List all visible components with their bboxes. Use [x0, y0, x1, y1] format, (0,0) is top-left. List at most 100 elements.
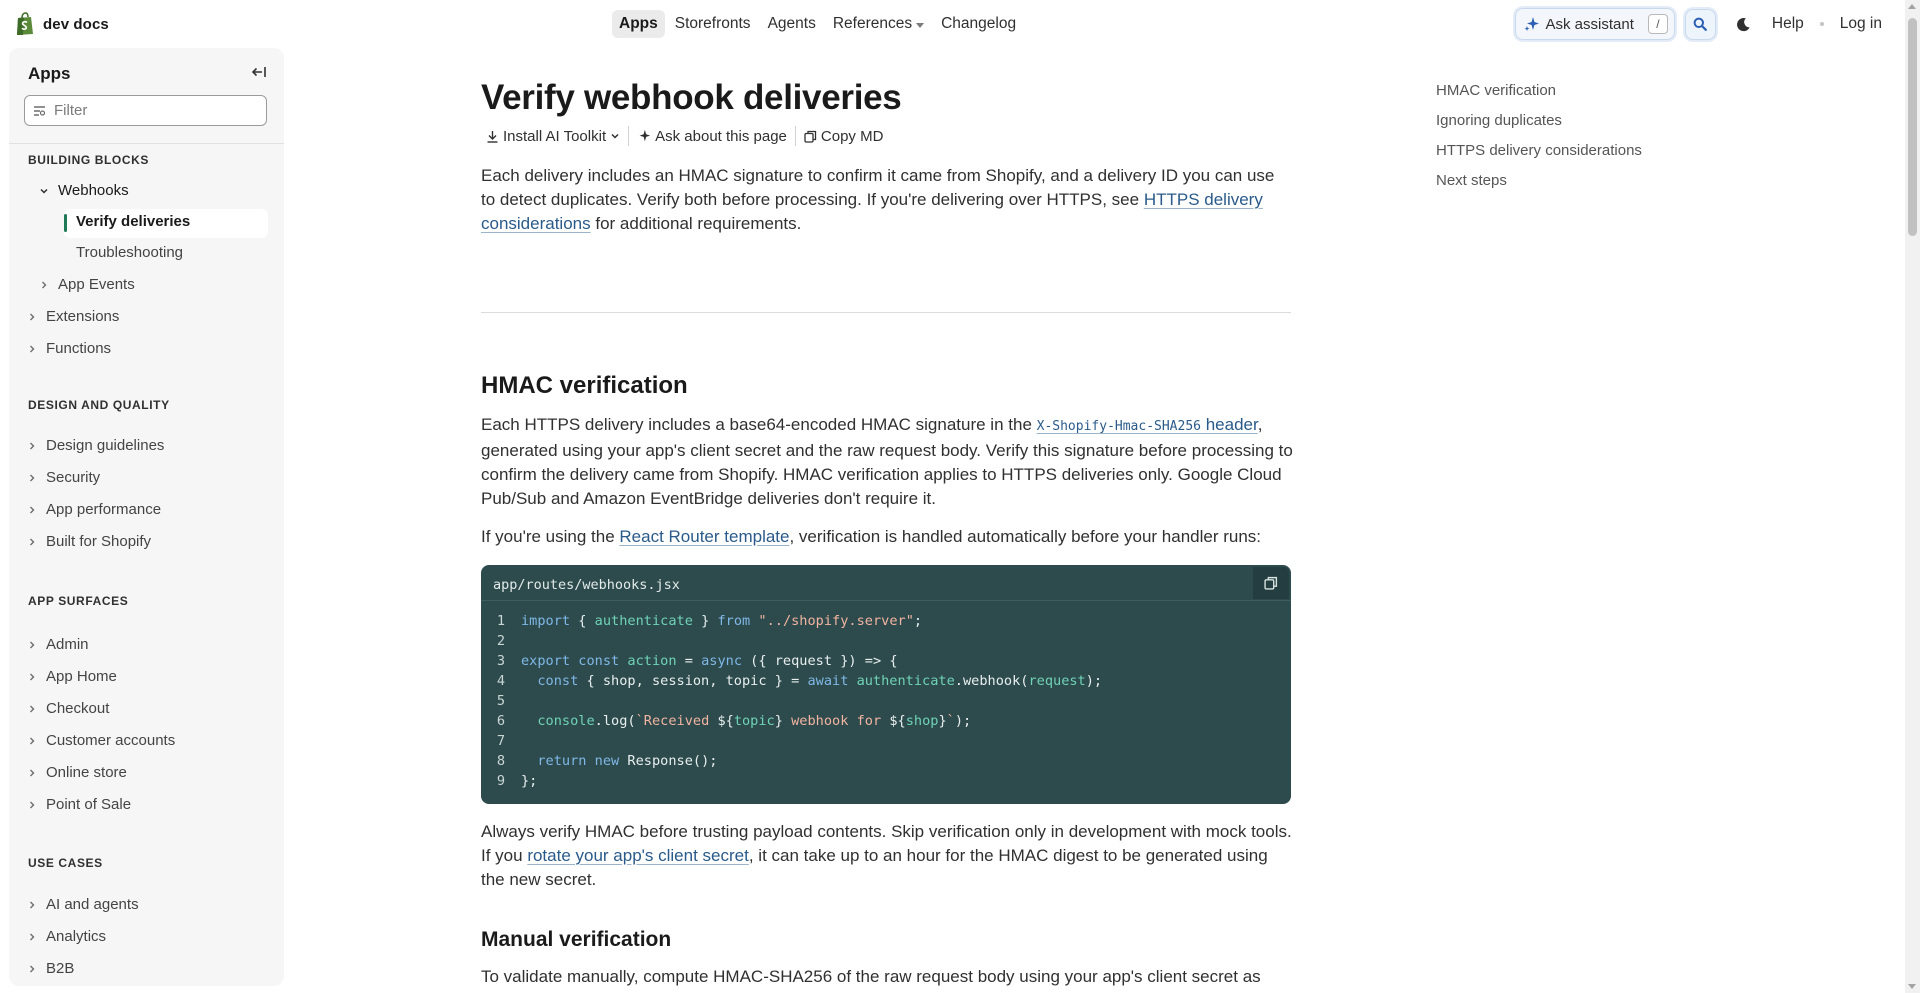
sidebar-item-b2b[interactable]: B2B [27, 960, 74, 977]
scrollbar[interactable] [1905, 0, 1920, 993]
search-button[interactable] [1684, 8, 1716, 40]
sidebar-item-design-guidelines[interactable]: Design guidelines [27, 437, 164, 454]
logo-text: dev docs [43, 15, 109, 33]
scroll-up-arrow-icon[interactable] [1908, 4, 1916, 9]
install-ai-toolkit-button[interactable]: Install AI Toolkit [486, 128, 620, 145]
sidebar: Apps BUILDING BLOCKS Webhooks Verify del… [9, 48, 284, 986]
chevron-right-icon [27, 800, 37, 810]
code-line: 9}; [481, 771, 1102, 791]
shopify-bag-icon [17, 12, 33, 35]
sidebar-item-point-of-sale[interactable]: Point of Sale [27, 796, 131, 813]
hmac-header-link[interactable]: X-Shopify-Hmac-SHA256 header [1037, 415, 1258, 434]
rotate-secret-link[interactable]: rotate your app's client secret [527, 846, 749, 865]
action-divider [628, 126, 630, 146]
code-line: 8 return new Response(); [481, 751, 1102, 771]
help-link[interactable]: Help [1772, 15, 1804, 33]
page-title: Verify webhook deliveries [481, 78, 902, 117]
sidebar-item-label: App Events [58, 276, 135, 293]
nav-storefronts[interactable]: Storefronts [668, 10, 758, 38]
sidebar-item-webhooks[interactable]: Webhooks [39, 182, 129, 199]
scroll-down-arrow-icon[interactable] [1908, 984, 1916, 989]
hmac-paragraph: Each HTTPS delivery includes a base64-en… [481, 413, 1293, 511]
logo[interactable]: dev docs [14, 12, 109, 36]
page-actions: Install AI Toolkit Ask about this page C… [486, 126, 883, 146]
code-block: app/routes/webhooks.jsx 1 import { authen… [481, 565, 1291, 804]
sidebar-item-label: AI and agents [46, 896, 139, 913]
line-number: 4 [496, 673, 506, 689]
sparkle-icon [1524, 17, 1539, 31]
chevron-down-icon [611, 133, 619, 139]
nav-references[interactable]: References [826, 10, 931, 38]
sidebar-item-customer-accounts[interactable]: Customer accounts [27, 732, 175, 749]
manual-paragraph: To validate manually, compute HMAC-SHA25… [481, 967, 1261, 986]
chevron-right-icon [27, 473, 37, 483]
hmac-heading: HMAC verification [481, 372, 688, 399]
toc-item-https-delivery[interactable]: HTTPS delivery considerations [1436, 142, 1642, 159]
sidebar-item-label: Online store [46, 764, 127, 781]
filter-input[interactable] [54, 102, 254, 119]
sparkle-icon [639, 129, 651, 142]
copy-icon [804, 130, 817, 143]
sidebar-item-ai-agents[interactable]: AI and agents [27, 896, 139, 913]
sidebar-item-admin[interactable]: Admin [27, 636, 89, 653]
sidebar-item-online-store[interactable]: Online store [27, 764, 127, 781]
toc-item-next-steps[interactable]: Next steps [1436, 172, 1507, 189]
dark-mode-toggle[interactable] [1734, 14, 1754, 34]
react-router-template-link[interactable]: React Router template [619, 527, 789, 546]
line-number: 8 [496, 753, 506, 769]
template-paragraph: If you're using the React Router templat… [481, 525, 1293, 549]
sidebar-item-checkout[interactable]: Checkout [27, 700, 109, 717]
section-divider [481, 312, 1291, 313]
copy-md-button[interactable]: Copy MD [804, 127, 884, 145]
ask-assistant-label: Ask assistant [1545, 15, 1634, 33]
sidebar-item-extensions[interactable]: Extensions [27, 308, 119, 325]
sidebar-item-verify-deliveries[interactable]: Verify deliveries [76, 213, 190, 230]
search-icon [1693, 17, 1708, 31]
ask-assistant-button[interactable]: Ask assistant / [1514, 8, 1675, 40]
sidebar-item-app-performance[interactable]: App performance [27, 501, 161, 518]
section-design-quality: DESIGN AND QUALITY [28, 398, 170, 412]
code-line: 7 [481, 731, 1102, 751]
sidebar-item-label: Extensions [46, 308, 120, 325]
chevron-right-icon [27, 900, 37, 910]
copy-code-button[interactable] [1253, 567, 1289, 599]
line-number: 3 [496, 653, 506, 669]
sidebar-item-built-for-shopify[interactable]: Built for Shopify [27, 533, 151, 550]
template-text-end: , verification is handled automatically … [789, 527, 1262, 546]
sidebar-item-label: Analytics [46, 928, 107, 945]
sidebar-item-label: Webhooks [58, 182, 129, 199]
copy-md-label: Copy MD [820, 127, 884, 145]
chevron-right-icon [27, 736, 37, 746]
chevron-right-icon [39, 280, 49, 290]
chevron-right-icon [27, 704, 37, 714]
install-ai-toolkit-label: Install AI Toolkit [503, 127, 607, 145]
sidebar-item-security[interactable]: Security [27, 469, 100, 486]
hmac-header-code: X-Shopify-Hmac-SHA256 [1036, 419, 1201, 434]
line-number: 9 [496, 773, 506, 789]
chevron-right-icon [27, 537, 37, 547]
sidebar-item-app-home[interactable]: App Home [27, 668, 117, 685]
scrollbar-thumb[interactable] [1908, 18, 1917, 236]
sidebar-item-functions[interactable]: Functions [27, 340, 111, 357]
login-link[interactable]: Log in [1840, 15, 1882, 33]
nav-changelog[interactable]: Changelog [934, 10, 1023, 38]
collapse-sidebar-icon[interactable] [250, 64, 268, 80]
ask-about-page-button[interactable]: Ask about this page [637, 128, 787, 145]
sidebar-item-analytics[interactable]: Analytics [27, 928, 106, 945]
nav-apps[interactable]: Apps [612, 10, 665, 38]
caret-down-icon [916, 22, 925, 28]
sidebar-item-label: Checkout [46, 700, 110, 717]
sidebar-item-app-events[interactable]: App Events [39, 276, 135, 293]
toc-item-ignoring-duplicates[interactable]: Ignoring duplicates [1436, 112, 1562, 129]
nav-agents[interactable]: Agents [761, 10, 823, 38]
code-line: 2 [481, 631, 1102, 651]
sidebar-active-indicator [64, 214, 67, 232]
sidebar-item-label: Built for Shopify [46, 533, 152, 550]
toc-item-hmac-verification[interactable]: HMAC verification [1436, 82, 1556, 99]
filter-field[interactable] [24, 95, 267, 126]
ask-about-page-label: Ask about this page [655, 127, 787, 145]
sidebar-item-label: Point of Sale [46, 796, 132, 813]
sidebar-item-troubleshooting[interactable]: Troubleshooting [76, 244, 183, 261]
intro-paragraph: Each delivery includes an HMAC signature… [481, 164, 1293, 236]
section-use-cases: USE CASES [28, 856, 103, 870]
